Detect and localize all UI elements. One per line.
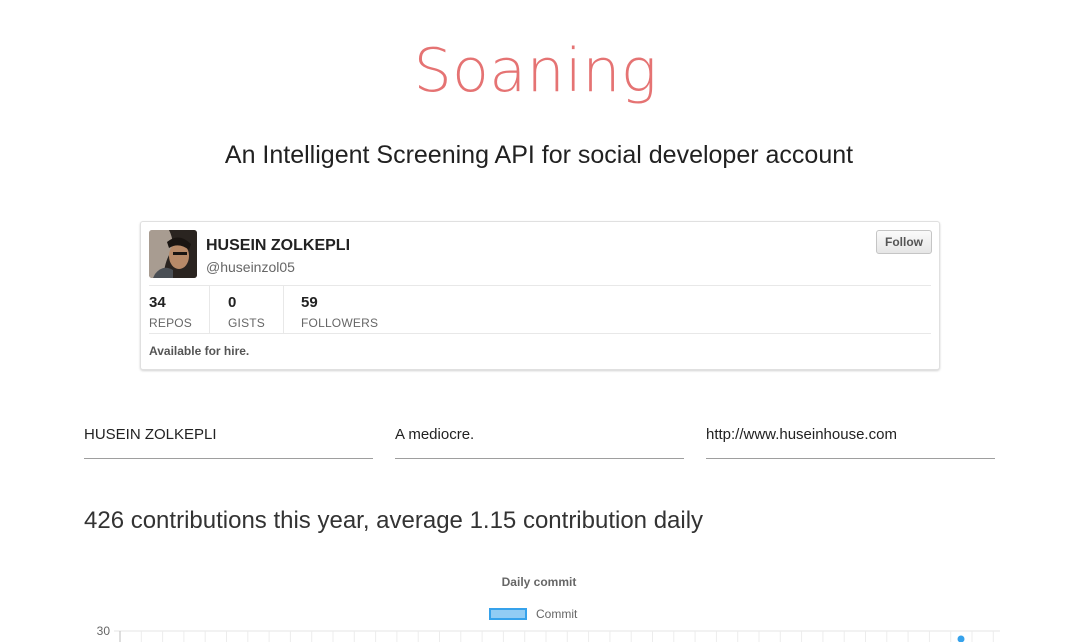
stat-gists-label: GISTS (228, 316, 266, 330)
daily-commit-chart: 30 (97, 624, 1000, 642)
chart-title: Daily commit (501, 575, 577, 589)
stat-followers-value: 59 (301, 294, 318, 311)
profile-name[interactable]: HUSEIN ZOLKEPLI (206, 237, 350, 255)
bio-field[interactable]: A mediocre. (395, 422, 684, 459)
stat-gists[interactable]: 0 GISTS (228, 286, 283, 334)
stat-separator (209, 286, 210, 333)
stat-repos-label: REPOS (149, 316, 193, 330)
y-tick-label: 30 (97, 624, 111, 638)
name-field[interactable]: HUSEIN ZOLKEPLI (84, 422, 373, 459)
profile-handle[interactable]: @huseinzol05 (206, 259, 295, 275)
stat-repos-value: 34 (149, 294, 166, 311)
tagline: An Intelligent Screening API for social … (224, 141, 854, 169)
legend-swatch-commit (489, 608, 527, 620)
bio-field-value: A mediocre. (395, 426, 475, 443)
page: Soaning An Intelligent Screening API for… (0, 0, 1071, 642)
stat-gists-value: 0 (228, 294, 237, 311)
website-field[interactable]: http://www.huseinhouse.com (706, 422, 995, 459)
contributions-summary: 426 contributions this year, average 1.1… (84, 507, 704, 534)
stat-repos[interactable]: 34 REPOS (149, 286, 209, 334)
legend-label-commit: Commit (536, 607, 578, 621)
card-divider (149, 333, 931, 334)
avatar[interactable] (149, 230, 197, 278)
follow-button[interactable]: Follow (876, 230, 932, 254)
github-profile-card: HUSEIN ZOLKEPLI @huseinzol05 Follow 34 R… (140, 221, 940, 370)
stat-followers[interactable]: 59 FOLLOWERS (301, 286, 401, 334)
brand-title: Soaning (413, 36, 658, 106)
data-point[interactable] (957, 635, 965, 642)
stat-followers-label: FOLLOWERS (301, 316, 379, 330)
stat-separator (283, 286, 284, 333)
website-field-value: http://www.huseinhouse.com (706, 426, 897, 443)
chart-grid (114, 630, 1000, 642)
hireable-status: Available for hire. (149, 344, 250, 358)
name-field-value: HUSEIN ZOLKEPLI (84, 426, 217, 443)
